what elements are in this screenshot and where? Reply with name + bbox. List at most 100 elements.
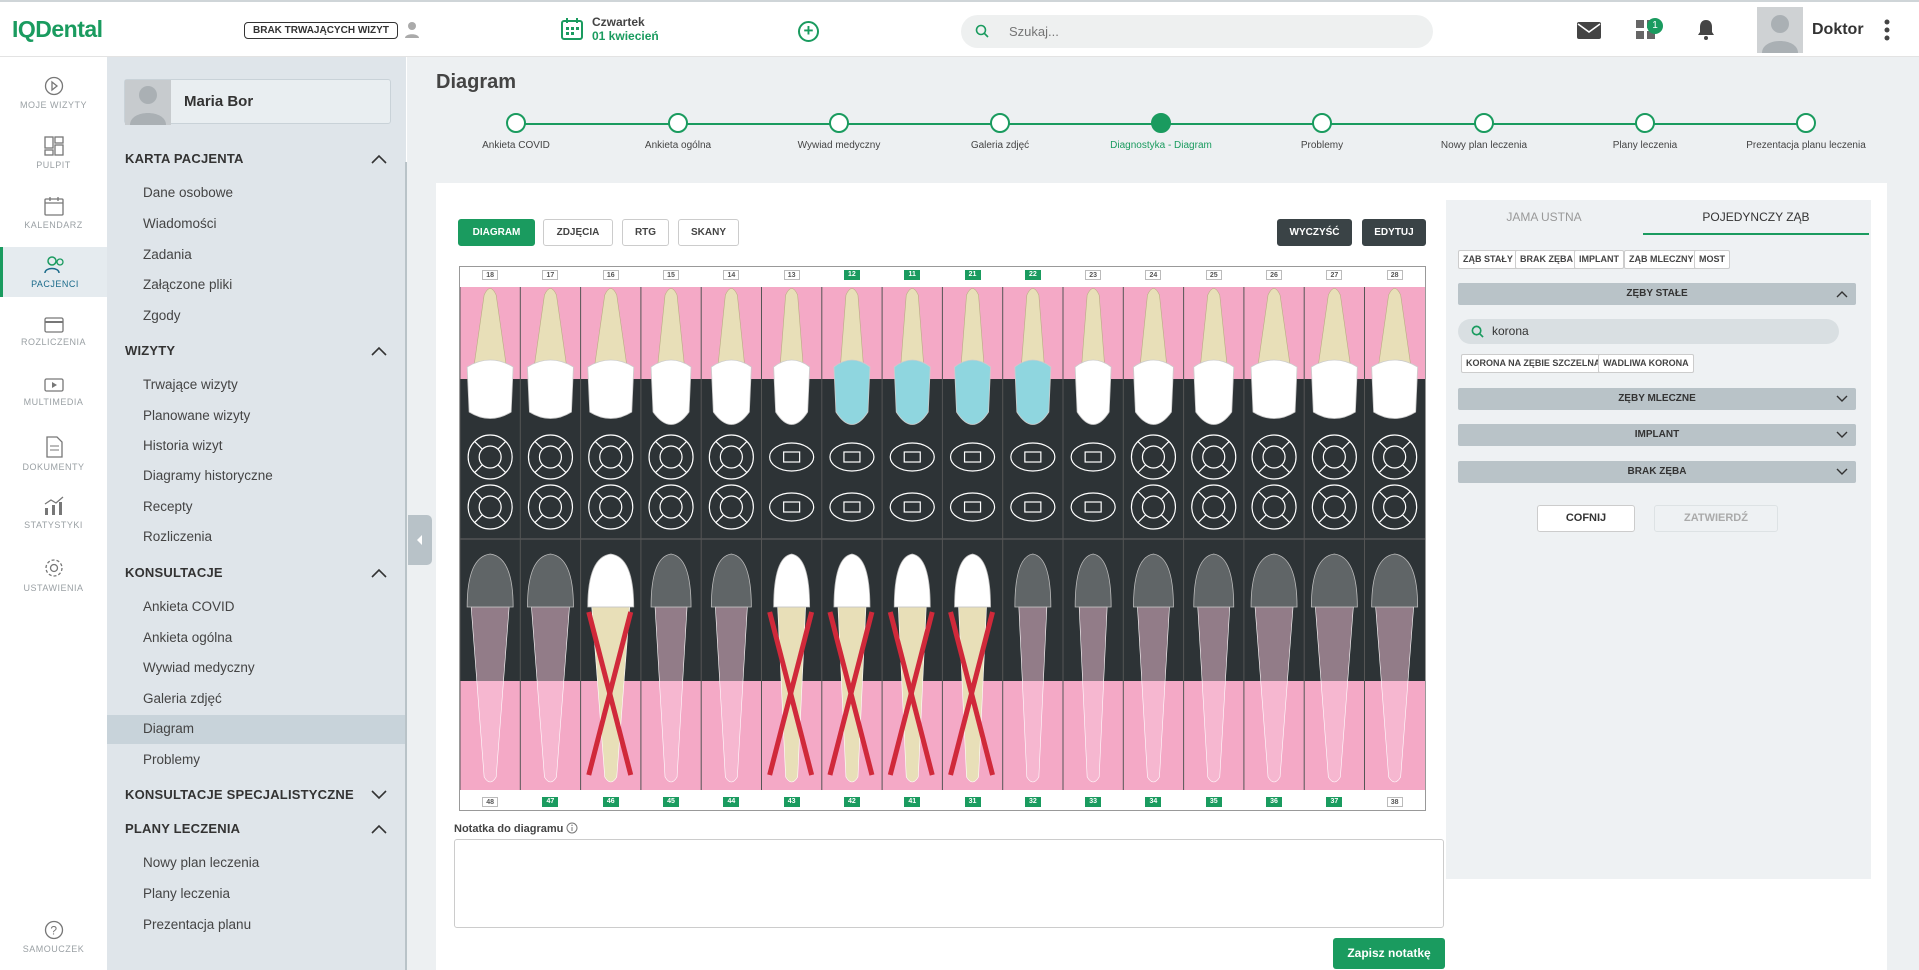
patient-card[interactable]: Maria Bor bbox=[124, 79, 391, 125]
lower-tooth-number[interactable]: 36 bbox=[1266, 797, 1283, 807]
sidebar-item-problemy[interactable]: Problemy bbox=[143, 752, 200, 767]
sidebar-item-diagramy[interactable]: Diagramy historyczne bbox=[143, 468, 273, 483]
step-7[interactable]: Nowy plan leczenia bbox=[1424, 113, 1544, 151]
tag-bridge[interactable]: MOST bbox=[1694, 250, 1730, 269]
sidebar-item-nowy-plan[interactable]: Nowy plan leczenia bbox=[143, 855, 259, 870]
upper-tooth-number[interactable]: 16 bbox=[602, 270, 619, 280]
step-6[interactable]: Problemy bbox=[1262, 113, 1382, 151]
lower-tooth-number[interactable]: 31 bbox=[964, 797, 981, 807]
note-textarea[interactable] bbox=[454, 839, 1444, 928]
lower-tooth-number[interactable]: 44 bbox=[723, 797, 740, 807]
lower-tooth-number[interactable]: 34 bbox=[1145, 797, 1162, 807]
upper-tooth-number[interactable]: 25 bbox=[1205, 270, 1222, 280]
confirm-button[interactable]: ZATWIERDŹ bbox=[1654, 505, 1778, 532]
lower-tooth-number[interactable]: 42 bbox=[843, 797, 860, 807]
section-karta[interactable]: KARTA PACJENTA bbox=[125, 151, 244, 166]
lower-tooth-number[interactable]: 33 bbox=[1085, 797, 1102, 807]
accordion-milk-teeth[interactable]: ZĘBY MLECZNE bbox=[1458, 388, 1856, 410]
sidebar-item-historia[interactable]: Historia wizyt bbox=[143, 438, 223, 453]
chevron-up-icon[interactable] bbox=[371, 568, 387, 578]
step-5[interactable]: Diagnostyka - Diagram bbox=[1101, 113, 1221, 151]
back-button[interactable]: COFNIJ bbox=[1537, 505, 1635, 532]
mail-icon[interactable] bbox=[1577, 22, 1601, 39]
save-note-button[interactable]: Zapisz notatkę bbox=[1333, 938, 1445, 969]
upper-tooth-number[interactable]: 27 bbox=[1326, 270, 1343, 280]
step-4[interactable]: Galeria zdjęć bbox=[940, 113, 1060, 151]
rail-settings[interactable]: USTAWIENIA bbox=[0, 555, 107, 605]
sidebar-item-pliki[interactable]: Załączone pliki bbox=[143, 277, 232, 292]
rail-my-visits[interactable]: MOJE WIZYTY bbox=[0, 74, 107, 124]
upper-tooth-number[interactable]: 21 bbox=[964, 270, 981, 280]
upper-tooth-number[interactable]: 22 bbox=[1024, 270, 1041, 280]
tab-diagram[interactable]: DIAGRAM bbox=[458, 219, 535, 246]
sidebar-item-planowane[interactable]: Planowane wizyty bbox=[143, 408, 250, 423]
step-3[interactable]: Wywiad medyczny bbox=[779, 113, 899, 151]
user-icon[interactable] bbox=[405, 21, 419, 39]
tab-single-tooth[interactable]: POJEDYNCZY ZĄB bbox=[1643, 200, 1869, 235]
lower-tooth-number[interactable]: 45 bbox=[663, 797, 680, 807]
lower-tooth-number[interactable]: 48 bbox=[482, 797, 499, 807]
sidebar-item-wiadomosci[interactable]: Wiadomości bbox=[143, 216, 217, 231]
rail-billing[interactable]: ROZLICZENIA bbox=[0, 315, 107, 365]
upper-tooth-number[interactable]: 28 bbox=[1386, 270, 1403, 280]
edit-button[interactable]: EDYTUJ bbox=[1362, 219, 1426, 246]
sidebar-item-wywiad[interactable]: Wywiad medyczny bbox=[143, 660, 255, 675]
rail-tutorial[interactable]: ? SAMOUCZEK bbox=[0, 918, 107, 968]
tab-scans[interactable]: SKANY bbox=[678, 219, 739, 246]
more-menu-icon[interactable] bbox=[1884, 19, 1890, 41]
lower-tooth-number[interactable]: 46 bbox=[602, 797, 619, 807]
info-icon[interactable] bbox=[566, 822, 578, 834]
sidebar-item-recepty[interactable]: Recepty bbox=[143, 499, 193, 514]
lower-tooth-number[interactable]: 35 bbox=[1205, 797, 1222, 807]
result-crown-sealed[interactable]: KORONA NA ZĘBIE SZCZELNA bbox=[1461, 354, 1606, 373]
chevron-down-icon[interactable] bbox=[371, 790, 387, 800]
step-1[interactable]: Ankieta COVID bbox=[456, 113, 576, 151]
step-9[interactable]: Prezentacja planu leczenia bbox=[1746, 113, 1866, 151]
user-name[interactable]: Doktor bbox=[1812, 21, 1864, 39]
rail-documents[interactable]: DOKUMENTY bbox=[0, 434, 107, 484]
accordion-missing-tooth[interactable]: BRAK ZĘBA bbox=[1458, 461, 1856, 483]
upper-tooth-number[interactable]: 26 bbox=[1266, 270, 1283, 280]
tag-permanent-tooth[interactable]: ZĄB STAŁY bbox=[1458, 250, 1518, 269]
bell-icon[interactable] bbox=[1697, 19, 1715, 40]
tooth-chart[interactable] bbox=[459, 266, 1426, 811]
rail-stats[interactable]: STATYSTYKI bbox=[0, 494, 107, 544]
tab-rtg[interactable]: RTG bbox=[622, 219, 669, 246]
sidebar-item-dane[interactable]: Dane osobowe bbox=[143, 185, 233, 200]
step-2[interactable]: Ankieta ogólna bbox=[618, 113, 738, 151]
upper-tooth-number[interactable]: 17 bbox=[542, 270, 559, 280]
app-logo[interactable]: IQDental bbox=[12, 16, 103, 43]
accordion-implant[interactable]: IMPLANT bbox=[1458, 424, 1856, 446]
sidebar-item-zgody[interactable]: Zgody bbox=[143, 308, 181, 323]
sidebar-item-plany[interactable]: Plany leczenia bbox=[143, 886, 230, 901]
clear-button[interactable]: WYCZYŚĆ bbox=[1277, 219, 1352, 246]
sidebar-item-covid[interactable]: Ankieta COVID bbox=[143, 599, 235, 614]
sidebar-item-diagram[interactable]: Diagram bbox=[143, 721, 194, 736]
rail-multimedia[interactable]: MULTIMEDIA bbox=[0, 375, 107, 425]
lower-tooth-number[interactable]: 43 bbox=[783, 797, 800, 807]
accordion-permanent-teeth[interactable]: ZĘBY STAŁE bbox=[1458, 283, 1856, 305]
upper-tooth-number[interactable]: 15 bbox=[663, 270, 680, 280]
tag-implant[interactable]: IMPLANT bbox=[1574, 250, 1624, 269]
sidebar-item-zadania[interactable]: Zadania bbox=[143, 247, 192, 262]
tab-photos[interactable]: ZDJĘCIA bbox=[543, 219, 613, 246]
tooth-chart-svg[interactable] bbox=[459, 267, 1425, 810]
add-visit-button[interactable]: + bbox=[798, 21, 819, 42]
chevron-up-icon[interactable] bbox=[371, 154, 387, 164]
sidebar-item-rozliczenia[interactable]: Rozliczenia bbox=[143, 529, 212, 544]
rail-patients[interactable]: PACJENCI bbox=[0, 247, 107, 297]
lower-tooth-number[interactable]: 37 bbox=[1326, 797, 1343, 807]
chevron-up-icon[interactable] bbox=[371, 824, 387, 834]
section-plany[interactable]: PLANY LECZENIA bbox=[125, 821, 240, 836]
lower-tooth-number[interactable]: 41 bbox=[904, 797, 921, 807]
date-picker[interactable]: Czwartek 01 kwiecień bbox=[560, 15, 659, 43]
no-visits-button[interactable]: BRAK TRWAJĄCYCH WIZYT bbox=[244, 22, 398, 39]
tag-missing-tooth[interactable]: BRAK ZĘBA bbox=[1515, 250, 1578, 269]
rail-dashboard[interactable]: PULPIT bbox=[0, 134, 107, 184]
section-konsultacje[interactable]: KONSULTACJE bbox=[125, 565, 223, 580]
upper-tooth-number[interactable]: 11 bbox=[904, 270, 921, 280]
sidebar-item-ogolna[interactable]: Ankieta ogólna bbox=[143, 630, 232, 645]
search-input[interactable] bbox=[1009, 24, 1389, 39]
upper-tooth-number[interactable]: 18 bbox=[482, 270, 499, 280]
rail-calendar[interactable]: KALENDARZ bbox=[0, 194, 107, 244]
